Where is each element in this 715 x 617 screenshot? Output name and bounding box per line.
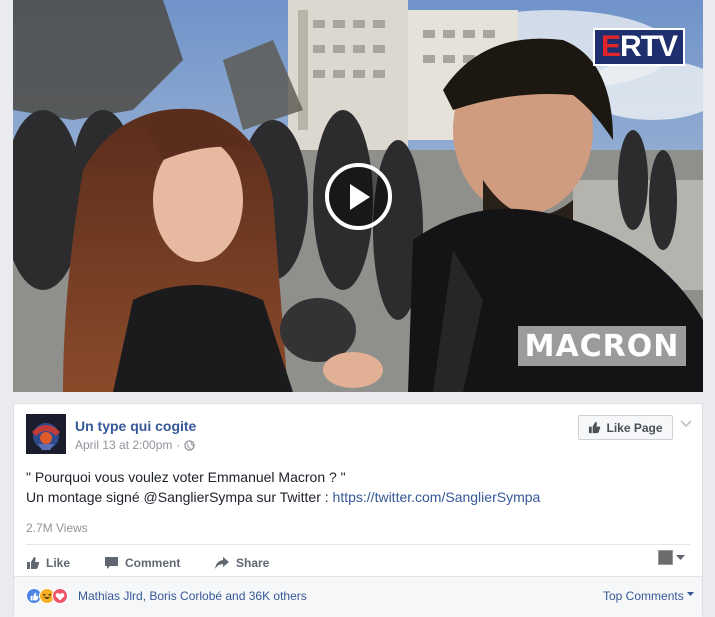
twitter-link[interactable]: https://twitter.com/SanglierSympa (333, 489, 541, 505)
like-label: Like (46, 556, 71, 570)
avatar-image (26, 414, 66, 454)
post-text-prefix: Un montage signé @SanglierSympa sur Twit… (26, 489, 333, 505)
share-label: Share (236, 556, 270, 570)
meta-separator: · (176, 438, 181, 452)
post-message: " Pourquoi vous voulez voter Emmanuel Ma… (26, 467, 686, 507)
top-comments-label: Top Comments (603, 589, 684, 603)
post-options-chevron-icon[interactable] (680, 419, 692, 429)
top-comments-dropdown[interactable]: Top Comments (603, 589, 695, 603)
viewer-avatar (658, 550, 673, 565)
share-arrow-icon (215, 557, 229, 569)
love-reaction-icon (52, 588, 68, 604)
post-text-line-1: " Pourquoi vous voulez voter Emmanuel Ma… (26, 469, 346, 485)
post-card: Un type qui cogite April 13 at 2:00pm · … (13, 403, 703, 617)
caret-down-icon (676, 554, 685, 560)
caption-badge: MACRON (518, 326, 686, 366)
divider (26, 544, 690, 545)
reaction-icons[interactable] (26, 588, 68, 604)
play-icon (349, 183, 370, 210)
like-page-button[interactable]: Like Page (578, 415, 673, 440)
caret-down-icon (687, 592, 695, 596)
play-button[interactable] (325, 163, 392, 230)
comment-bubble-icon (105, 557, 118, 569)
thumbs-up-icon (27, 557, 40, 569)
like-button[interactable]: Like (26, 553, 70, 573)
reactors-summary[interactable]: Mathias Jlrd, Boris Corlobé and 36K othe… (78, 589, 307, 603)
view-count: 2.7M Views (26, 521, 88, 535)
share-button[interactable]: Share (214, 553, 269, 573)
comment-label: Comment (125, 556, 181, 570)
post-text-line-2: Un montage signé @SanglierSympa sur Twit… (26, 487, 686, 507)
comment-button[interactable]: Comment (104, 553, 180, 573)
ertv-logo: E RTV (593, 28, 685, 66)
post-as-selector[interactable] (658, 550, 685, 565)
post-timestamp[interactable]: April 13 at 2:00pm (75, 438, 172, 452)
globe-icon (184, 439, 196, 451)
post-meta: April 13 at 2:00pm · (75, 438, 196, 452)
thumbs-up-icon (589, 421, 601, 434)
page-avatar[interactable] (26, 414, 66, 454)
video-player[interactable]: E RTV MACRON (13, 0, 703, 392)
like-page-label: Like Page (606, 420, 663, 435)
page-name-link[interactable]: Un type qui cogite (75, 418, 196, 434)
